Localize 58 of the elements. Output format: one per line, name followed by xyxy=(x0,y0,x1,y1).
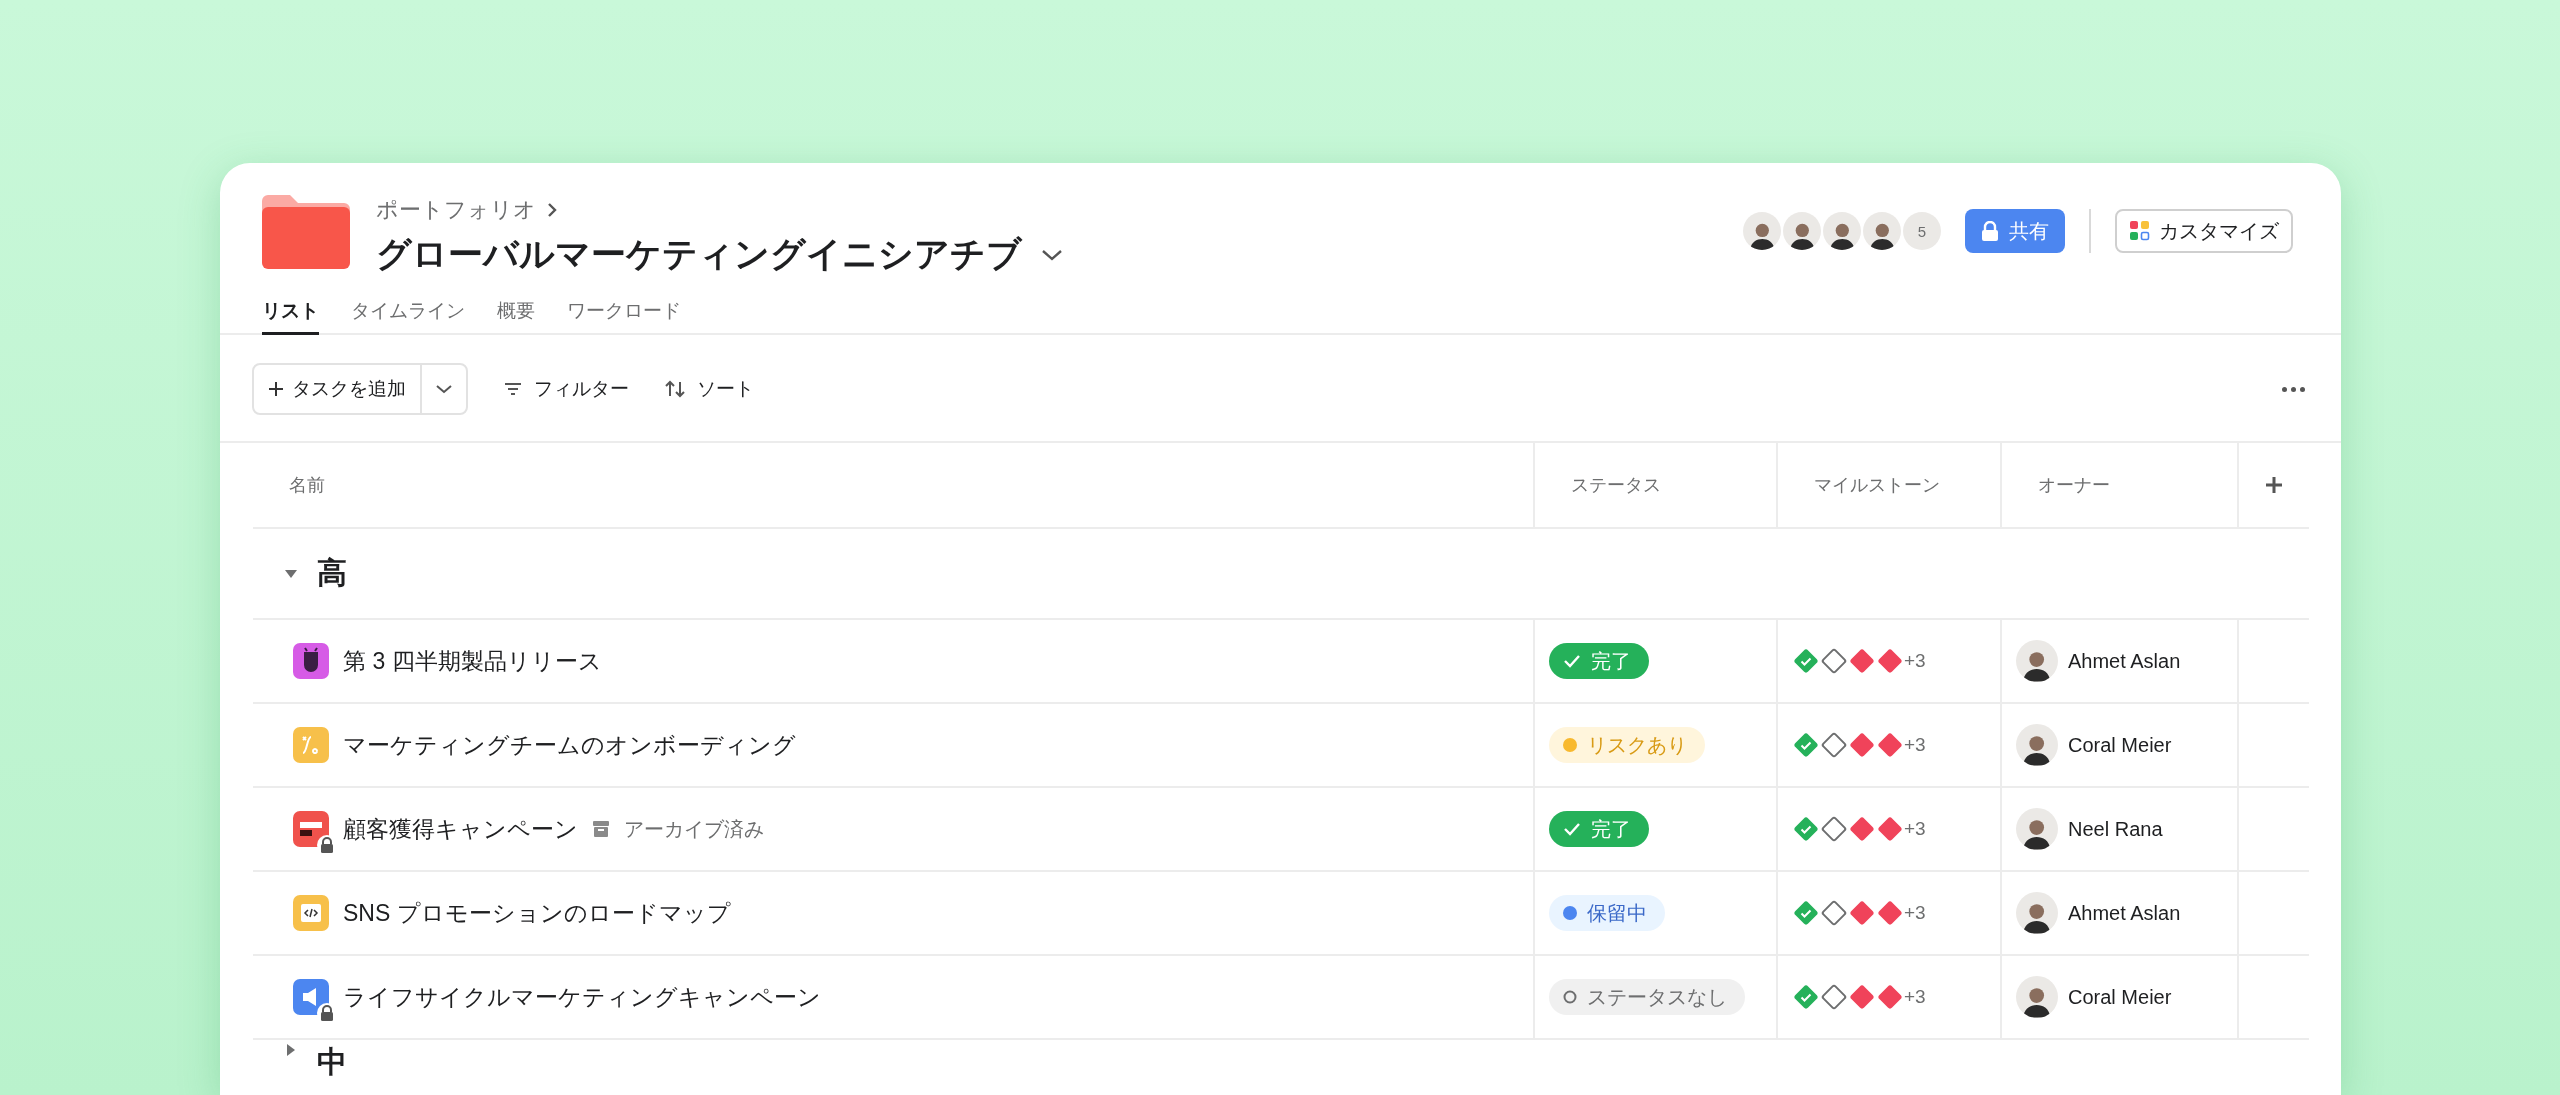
plus-icon xyxy=(2264,475,2284,495)
more-milestones-count[interactable]: +3 xyxy=(1904,818,1926,840)
column-header[interactable]: マイルストーン xyxy=(1776,443,2000,527)
project-name[interactable]: マーケティングチームのオンボーディング xyxy=(343,729,796,761)
filter-button[interactable]: フィルター xyxy=(504,376,629,402)
archive-icon xyxy=(592,820,610,838)
column-header[interactable]: 名前 xyxy=(253,443,1533,527)
project-title: グローバルマーケティングイニシアチブ xyxy=(376,233,1022,275)
project-name[interactable]: ライフサイクルマーケティングキャンペーン xyxy=(343,981,821,1013)
project-name[interactable]: 第 3 四半期製品リリース xyxy=(343,645,602,677)
status-dot-icon xyxy=(1563,906,1577,920)
milestone-diamond-icon xyxy=(1820,899,1848,927)
column-header[interactable]: オーナー xyxy=(2000,443,2237,527)
owner-name: Ahmet Aslan xyxy=(2068,649,2181,673)
milestone-diamond-icon xyxy=(1820,983,1848,1011)
view-tab[interactable]: ワークロード xyxy=(567,298,681,335)
status-pill[interactable]: ステータスなし xyxy=(1549,979,1745,1015)
view-tab[interactable]: タイムライン xyxy=(351,298,465,335)
customize-button[interactable]: カスタマイズ xyxy=(2115,209,2293,253)
owner-name: Coral Meier xyxy=(2068,733,2172,757)
project-name[interactable]: 顧客獲得キャンペーン xyxy=(343,813,578,845)
status-pill[interactable]: 完了 xyxy=(1549,811,1649,847)
plus-icon xyxy=(268,381,284,397)
more-milestones-count[interactable]: +3 xyxy=(1904,734,1926,756)
group-title: 中 xyxy=(317,1044,347,1080)
milestone-diamond-icon xyxy=(1820,731,1848,759)
chevron-right-icon xyxy=(546,201,558,219)
filter-icon xyxy=(504,382,522,396)
owner-name: Neel Rana xyxy=(2068,817,2163,841)
group-title: 高 xyxy=(317,555,347,591)
empty-circle-icon xyxy=(1563,990,1577,1004)
project-name[interactable]: SNS プロモーションのロードマップ xyxy=(343,897,731,929)
more-milestones-count[interactable]: +3 xyxy=(1904,650,1926,672)
member-count[interactable]: 5 xyxy=(1903,212,1941,250)
share-button[interactable]: 共有 xyxy=(1965,209,2065,253)
column-header[interactable]: ステータス xyxy=(1533,443,1776,527)
archived-label: アーカイブ済み xyxy=(624,816,764,842)
chevron-down-icon xyxy=(435,383,453,395)
grid-icon xyxy=(2129,220,2151,242)
breadcrumb-link[interactable]: ポートフォリオ xyxy=(376,195,536,225)
check-icon xyxy=(1563,822,1581,836)
check-icon xyxy=(1563,654,1581,668)
status-dot-icon xyxy=(1563,738,1577,752)
status-pill[interactable]: 完了 xyxy=(1549,643,1649,679)
owner-name: Ahmet Aslan xyxy=(2068,901,2181,925)
milestone-diamond-icon xyxy=(1820,815,1848,843)
owner-name: Coral Meier xyxy=(2068,985,2172,1009)
view-tab[interactable]: リスト xyxy=(262,298,319,335)
status-pill[interactable]: 保留中 xyxy=(1549,895,1665,931)
view-tab[interactable]: 概要 xyxy=(497,298,535,335)
more-milestones-count[interactable]: +3 xyxy=(1904,902,1926,924)
more-icon xyxy=(2282,386,2305,392)
lock-icon xyxy=(1981,221,1999,241)
folder-icon xyxy=(262,195,350,269)
sort-button[interactable]: ソート xyxy=(665,376,754,402)
sort-icon xyxy=(665,380,685,398)
milestone-diamond-icon xyxy=(1820,647,1848,675)
more-milestones-count[interactable]: +3 xyxy=(1904,986,1926,1008)
